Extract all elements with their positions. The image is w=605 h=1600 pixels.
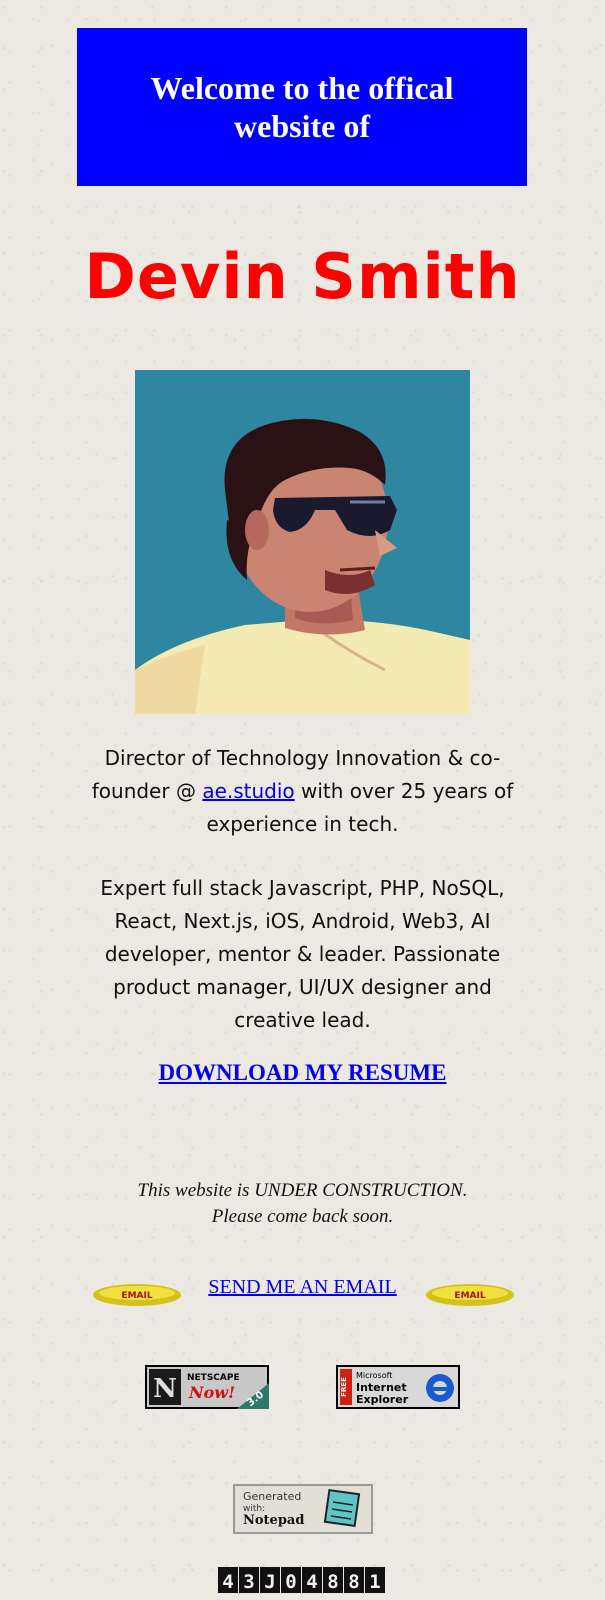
svg-text:4: 4 <box>222 1571 233 1593</box>
hit-counter: 43J04881 <box>218 1567 385 1593</box>
netscape-now-badge[interactable]: N NETSCAPE Now! 3.0 <box>145 1365 269 1409</box>
bio-intro: Director of Technology Innovation & co-f… <box>70 742 535 841</box>
counter-digit: 8 <box>323 1567 343 1593</box>
notepad-badge[interactable]: Generated with: Notepad <box>233 1484 373 1534</box>
svg-text:J: J <box>264 1571 275 1593</box>
netscape-label: NETSCAPE <box>187 1373 240 1383</box>
counter-digit: 0 <box>281 1567 301 1593</box>
page-title: Devin Smith <box>84 240 521 313</box>
svg-text:0: 0 <box>285 1571 296 1593</box>
under-construction-notice: This website is UNDER CONSTRUCTION. Plea… <box>0 1178 605 1230</box>
portrait-image <box>135 370 470 714</box>
ae-studio-link[interactable]: ae.studio <box>202 779 294 803</box>
resume-container: DOWNLOAD MY RESUME <box>0 1060 605 1086</box>
counter-digit: J <box>260 1567 280 1593</box>
internet-explorer-badge[interactable]: FREE Microsoft Internet Explorer <box>336 1365 460 1409</box>
ie-free-label: FREE <box>340 1377 348 1397</box>
email-row: EMAIL SEND ME AN EMAIL EMAIL <box>0 1272 605 1312</box>
construction-line-1: This website is UNDER CONSTRUCTION. <box>137 1180 468 1201</box>
svg-text:8: 8 <box>327 1571 338 1593</box>
bio-skills: Expert full stack Javascript, PHP, NoSQL… <box>100 876 505 1032</box>
notepad-generated-label: Generated <box>243 1490 301 1503</box>
email-right-label: EMAIL <box>454 1291 485 1301</box>
svg-text:3: 3 <box>243 1571 254 1593</box>
counter-digit: 8 <box>344 1567 364 1593</box>
welcome-text: Welcome to the offical website of <box>150 70 454 144</box>
send-email-link[interactable]: SEND ME AN EMAIL <box>208 1276 396 1298</box>
email-right-icon[interactable]: EMAIL <box>425 1282 515 1308</box>
ie-microsoft-label: Microsoft <box>356 1371 392 1380</box>
download-resume-link[interactable]: DOWNLOAD MY RESUME <box>159 1060 447 1085</box>
counter-digit: 3 <box>239 1567 259 1593</box>
notepad-name-label: Notepad <box>243 1513 304 1528</box>
construction-line-2: Please come back soon. <box>211 1206 394 1227</box>
counter-digit: 4 <box>218 1567 238 1593</box>
counter-digit: 1 <box>365 1567 385 1593</box>
svg-text:8: 8 <box>348 1571 359 1593</box>
counter-digit: 4 <box>302 1567 322 1593</box>
svg-text:1: 1 <box>369 1571 380 1593</box>
welcome-banner: Welcome to the offical website of <box>77 28 527 186</box>
ie-explorer-label: Explorer <box>356 1393 409 1406</box>
netscape-now-label: Now! <box>188 1383 235 1402</box>
svg-text:4: 4 <box>306 1571 317 1593</box>
svg-text:N: N <box>153 1374 177 1404</box>
